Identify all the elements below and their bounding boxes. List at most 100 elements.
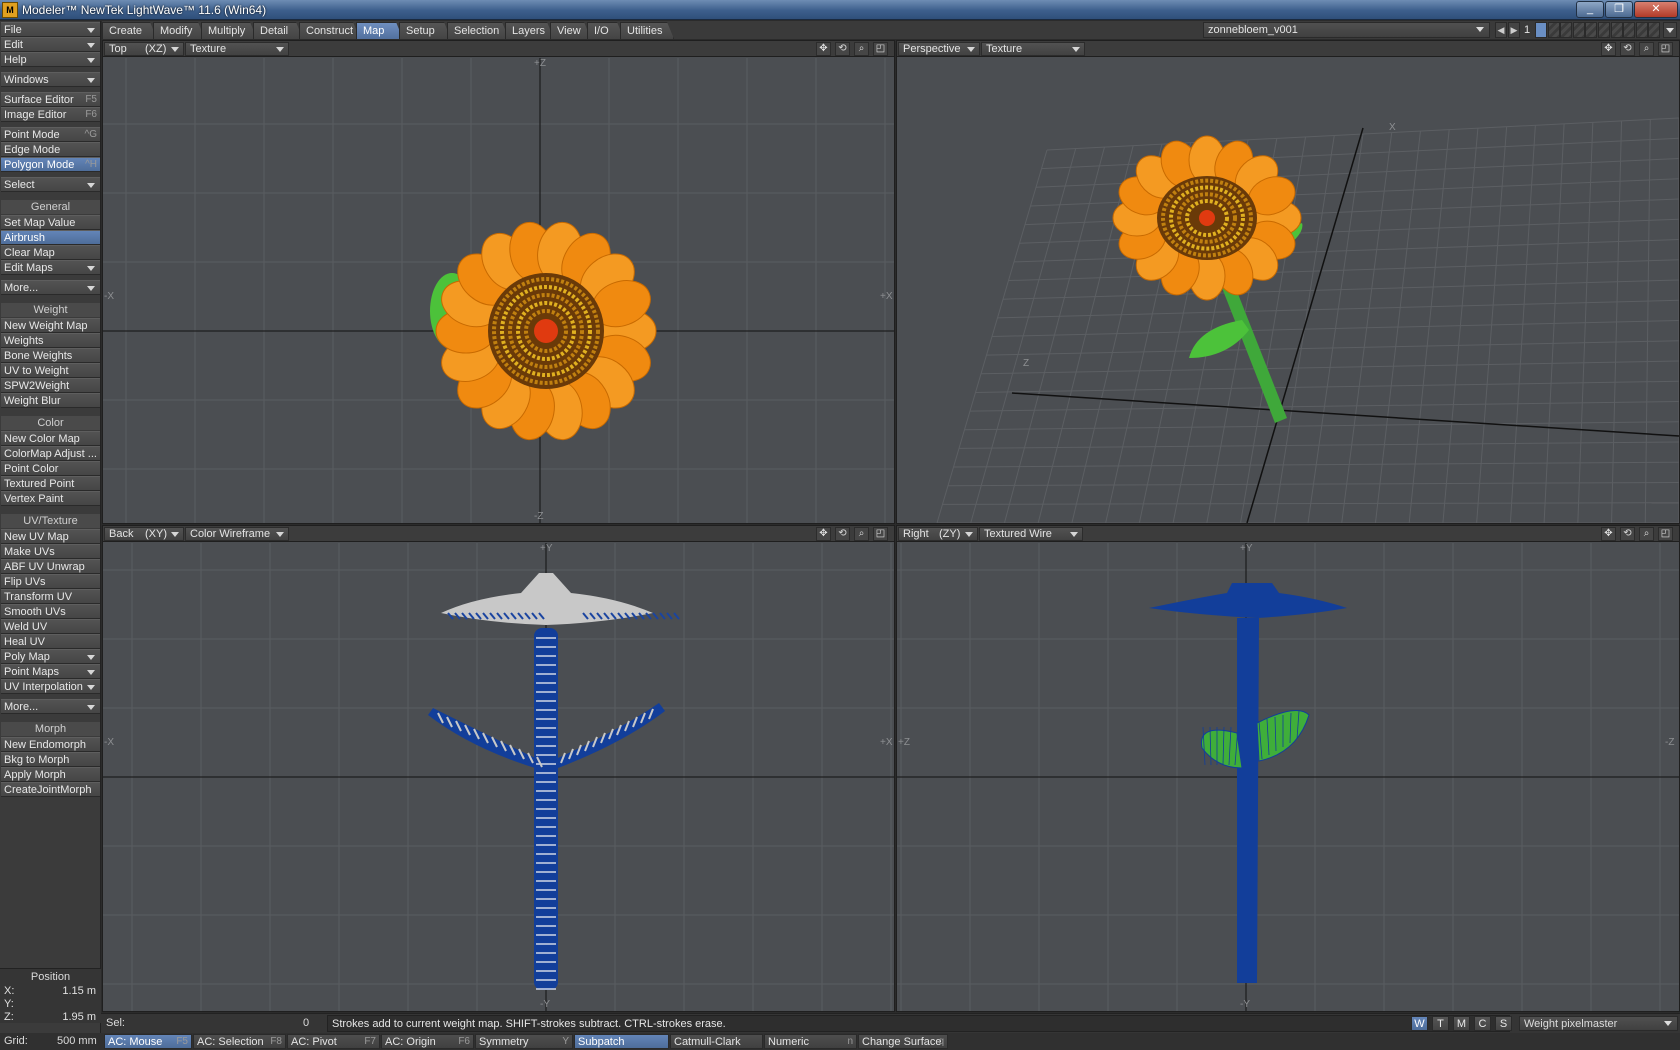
layer-slot[interactable] <box>1610 22 1623 38</box>
vmap-type-m-button[interactable]: M <box>1453 1016 1470 1031</box>
weight-blur-button[interactable]: Weight Blur <box>1 393 100 408</box>
rotate-view-icon[interactable]: ⟲ <box>835 42 850 56</box>
edit-button[interactable]: Edit <box>1 37 100 52</box>
maximize-viewport-icon[interactable]: ◰ <box>873 42 888 56</box>
viewport-back[interactable]: Back (XY) Color Wireframe ✥ ⟲ ⌕ ◰ +Y -Y -X +X <box>102 525 895 1012</box>
zoom-view-icon[interactable]: ⌕ <box>1639 42 1654 56</box>
zoom-view-icon[interactable]: ⌕ <box>1639 527 1654 541</box>
render-mode-dropdown[interactable]: Color Wireframe <box>185 527 289 541</box>
smooth-uvs-button[interactable]: Smooth UVs <box>1 604 100 619</box>
vmap-type-s-button[interactable]: S <box>1495 1016 1512 1031</box>
minimize-button[interactable]: _ <box>1576 1 1604 18</box>
tab-selection[interactable]: Selection <box>447 22 509 39</box>
polygon-mode-button[interactable]: Polygon Mode ^H <box>1 157 100 172</box>
surface-editor-button[interactable]: Surface Editor F5 <box>1 92 100 107</box>
tab-create[interactable]: Create <box>102 22 157 39</box>
bkg-to-morph-button[interactable]: Bkg to Morph <box>1 752 100 767</box>
windows-button[interactable]: Windows <box>1 72 100 87</box>
view-type-dropdown[interactable]: Top (XZ) <box>104 42 184 56</box>
object-selector[interactable]: zonnebloem_v001 <box>1203 22 1490 38</box>
uv-to-weight-button[interactable]: UV to Weight <box>1 363 100 378</box>
file-button[interactable]: File <box>1 22 100 37</box>
weights-button[interactable]: Weights <box>1 333 100 348</box>
uv-interpolation-button[interactable]: UV Interpolation <box>1 679 100 694</box>
ac-origin-button[interactable]: AC: Origin F6 <box>381 1034 474 1049</box>
render-mode-dropdown[interactable]: Texture <box>981 42 1085 56</box>
createjointmorph-button[interactable]: CreateJointMorph <box>1 782 100 797</box>
poly-map-button[interactable]: Poly Map <box>1 649 100 664</box>
colormap-adjust-button[interactable]: ColorMap Adjust ... <box>1 446 100 461</box>
viewport-canvas[interactable]: +Z -Z -X +X <box>103 58 894 523</box>
layer-slot[interactable] <box>1547 22 1560 38</box>
move-view-icon[interactable]: ✥ <box>816 527 831 541</box>
vmap-type-t-button[interactable]: T <box>1432 1016 1449 1031</box>
vmap-type-c-button[interactable]: C <box>1474 1016 1491 1031</box>
layer-slot[interactable] <box>1598 22 1610 38</box>
view-type-dropdown[interactable]: Perspective <box>898 42 980 56</box>
weld-uv-button[interactable]: Weld UV <box>1 619 100 634</box>
tab-construct[interactable]: Construct <box>299 22 360 39</box>
select-button[interactable]: Select <box>1 177 100 192</box>
move-view-icon[interactable]: ✥ <box>1601 527 1616 541</box>
layer-slot[interactable] <box>1648 22 1661 38</box>
clear-map-button[interactable]: Clear Map <box>1 245 100 260</box>
layer-next-button[interactable]: ▶ <box>1508 22 1520 38</box>
tab-map[interactable]: Map <box>356 22 403 39</box>
ac-selection-button[interactable]: AC: Selection F8 <box>193 1034 286 1049</box>
tab-multiply[interactable]: Multiply <box>201 22 257 39</box>
change-surface-button[interactable]: Change Surface q <box>858 1034 948 1049</box>
make-uvs-button[interactable]: Make UVs <box>1 544 100 559</box>
tab-layers[interactable]: Layers <box>505 22 554 39</box>
zoom-view-icon[interactable]: ⌕ <box>854 527 869 541</box>
transform-uv-button[interactable]: Transform UV <box>1 589 100 604</box>
viewport-perspective[interactable]: Perspective Texture ✥ ⟲ ⌕ ◰ X Z <box>896 40 1680 524</box>
apply-morph-button[interactable]: Apply Morph <box>1 767 100 782</box>
new-weight-map-button[interactable]: New Weight Map <box>1 318 100 333</box>
tab-view[interactable]: View <box>550 22 591 39</box>
more-button[interactable]: More... <box>1 699 100 714</box>
point-maps-button[interactable]: Point Maps <box>1 664 100 679</box>
layer-slot[interactable] <box>1560 22 1573 38</box>
layer-scroll-arrow-icon[interactable] <box>1663 22 1677 38</box>
bone-weights-button[interactable]: Bone Weights <box>1 348 100 363</box>
move-view-icon[interactable]: ✥ <box>816 42 831 56</box>
rotate-view-icon[interactable]: ⟲ <box>835 527 850 541</box>
vmap-selector[interactable]: Weight pixelmaster <box>1519 1016 1678 1031</box>
viewport-canvas[interactable]: +Y -Y +Z -Z <box>897 543 1679 1011</box>
ac-mouse-button[interactable]: AC: Mouse F5 <box>104 1034 192 1049</box>
close-button[interactable]: ✕ <box>1634 1 1678 18</box>
render-mode-dropdown[interactable]: Textured Wire <box>979 527 1083 541</box>
new-color-map-button[interactable]: New Color Map <box>1 431 100 446</box>
edge-mode-button[interactable]: Edge Mode <box>1 142 100 157</box>
vmap-type-w-button[interactable]: W <box>1411 1016 1428 1031</box>
point-color-button[interactable]: Point Color <box>1 461 100 476</box>
textured-point-button[interactable]: Textured Point <box>1 476 100 491</box>
flip-uvs-button[interactable]: Flip UVs <box>1 574 100 589</box>
edit-maps-button[interactable]: Edit Maps <box>1 260 100 275</box>
viewport-top[interactable]: Top (XZ) Texture ✥ ⟲ ⌕ ◰ +Z -Z -X +X <box>102 40 895 524</box>
abf-uv-unwrap-button[interactable]: ABF UV Unwrap <box>1 559 100 574</box>
viewport-canvas[interactable]: +Y -Y -X +X <box>103 543 894 1011</box>
tab-i-o[interactable]: I/O <box>587 22 624 39</box>
tab-utilities[interactable]: Utilities <box>620 22 674 39</box>
tab-detail[interactable]: Detail <box>253 22 303 39</box>
maximize-viewport-icon[interactable]: ◰ <box>873 527 888 541</box>
point-mode-button[interactable]: Point Mode ^G <box>1 127 100 142</box>
new-uv-map-button[interactable]: New UV Map <box>1 529 100 544</box>
image-editor-button[interactable]: Image Editor F6 <box>1 107 100 122</box>
catmull-clark-button[interactable]: Catmull-Clark <box>670 1034 763 1049</box>
more-button[interactable]: More... <box>1 280 100 295</box>
viewport-canvas[interactable]: XZ <box>897 58 1679 523</box>
maximize-viewport-icon[interactable]: ◰ <box>1658 42 1673 56</box>
move-view-icon[interactable]: ✥ <box>1601 42 1616 56</box>
subpatch-button[interactable]: Subpatch <box>574 1034 669 1049</box>
rotate-view-icon[interactable]: ⟲ <box>1620 42 1635 56</box>
numeric-button[interactable]: Numeric n <box>764 1034 857 1049</box>
spw2weight-button[interactable]: SPW2Weight <box>1 378 100 393</box>
render-mode-dropdown[interactable]: Texture <box>185 42 289 56</box>
airbrush-button[interactable]: Airbrush <box>1 230 100 245</box>
symmetry-button[interactable]: Symmetry Y <box>475 1034 573 1049</box>
heal-uv-button[interactable]: Heal UV <box>1 634 100 649</box>
viewport-right[interactable]: Right (ZY) Textured Wire ✥ ⟲ ⌕ ◰ +Y -Y +Z -Z <box>896 525 1680 1012</box>
tab-setup[interactable]: Setup <box>399 22 451 39</box>
